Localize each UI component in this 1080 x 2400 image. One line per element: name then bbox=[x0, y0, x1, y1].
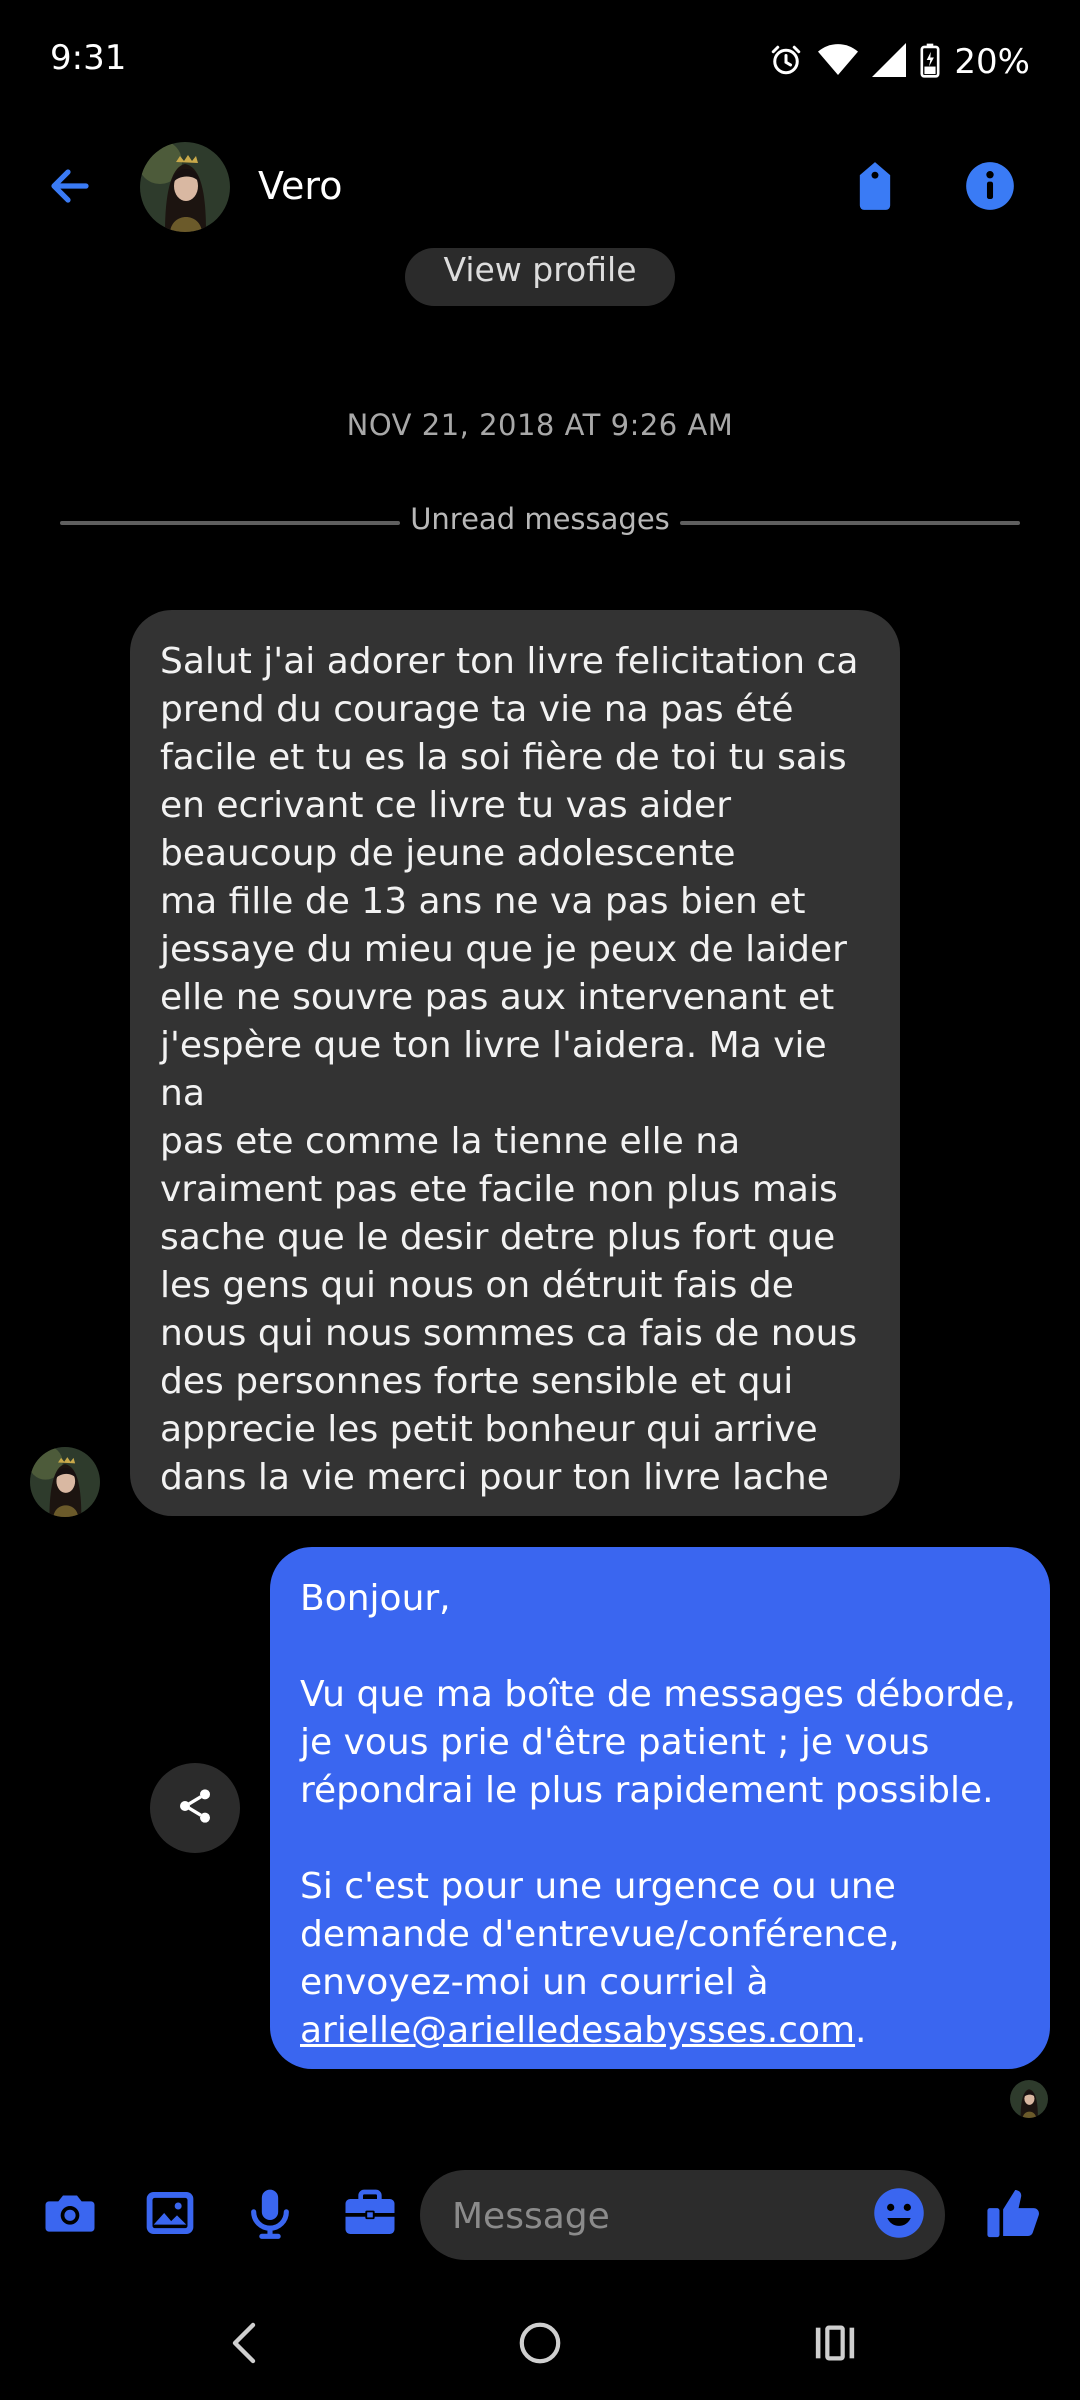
message-composer bbox=[0, 2160, 1080, 2270]
status-bar: 9:31 20% bbox=[0, 0, 1080, 120]
alarm-icon bbox=[768, 42, 804, 82]
message-input-container bbox=[420, 2170, 945, 2262]
emoji-button[interactable] bbox=[871, 2187, 927, 2243]
outgoing-trailing: . bbox=[855, 2010, 867, 2051]
briefcase-icon bbox=[341, 2185, 399, 2245]
share-icon bbox=[175, 1786, 215, 1830]
info-icon bbox=[964, 160, 1016, 216]
system-nav-bar bbox=[0, 2290, 1080, 2400]
wifi-icon bbox=[818, 42, 859, 82]
outgoing-greeting: Bonjour, bbox=[300, 1578, 451, 1619]
sender-avatar[interactable] bbox=[30, 1447, 100, 1517]
recents-icon bbox=[812, 2320, 858, 2370]
like-button[interactable] bbox=[982, 2183, 1046, 2247]
divider-line-right bbox=[680, 521, 1020, 525]
status-icons: 20% bbox=[768, 38, 1030, 86]
conversation-header: Vero bbox=[0, 130, 1080, 250]
message-timestamp: NOV 21, 2018 AT 9:26 AM bbox=[346, 408, 734, 442]
share-button[interactable] bbox=[150, 1763, 240, 1853]
outgoing-paragraph-1: Vu que ma boîte de messages déborde, je … bbox=[300, 1674, 1016, 1811]
back-button[interactable] bbox=[40, 158, 100, 218]
message-input[interactable] bbox=[450, 2170, 854, 2262]
signal-icon bbox=[872, 42, 907, 82]
email-link[interactable]: arielle@arielledesabysses.com bbox=[300, 2010, 855, 2051]
tools-button[interactable] bbox=[338, 2183, 402, 2247]
view-profile-button[interactable]: View profile bbox=[405, 248, 675, 306]
emoji-icon bbox=[872, 2186, 926, 2244]
back-icon bbox=[225, 2319, 265, 2371]
outgoing-paragraph-2: Si c'est pour une urgence ou une demande… bbox=[300, 1866, 900, 2003]
battery-charging-icon bbox=[920, 42, 940, 82]
nav-home-button[interactable] bbox=[500, 2310, 580, 2380]
unread-divider: Unread messages bbox=[60, 500, 1020, 544]
contact-avatar[interactable] bbox=[140, 142, 230, 232]
nav-recents-button[interactable] bbox=[795, 2310, 875, 2380]
tag-button[interactable] bbox=[845, 158, 905, 218]
gallery-button[interactable] bbox=[138, 2183, 202, 2247]
camera-button[interactable] bbox=[38, 2183, 102, 2247]
contact-name[interactable]: Vero bbox=[258, 164, 342, 208]
thumbs-up-icon bbox=[985, 2184, 1043, 2246]
battery-percent: 20% bbox=[954, 42, 1030, 82]
image-icon bbox=[142, 2185, 198, 2245]
back-arrow-icon bbox=[46, 162, 94, 214]
outgoing-message-bubble[interactable]: Bonjour, Vu que ma boîte de messages déb… bbox=[270, 1547, 1050, 2069]
camera-icon bbox=[42, 2185, 98, 2245]
nav-back-button[interactable] bbox=[205, 2310, 285, 2380]
seen-indicator-avatar bbox=[1010, 2080, 1048, 2118]
incoming-message-bubble[interactable]: Salut j'ai adorer ton livre felicitation… bbox=[130, 610, 900, 1516]
microphone-icon bbox=[242, 2185, 298, 2245]
status-time: 9:31 bbox=[50, 38, 127, 78]
tag-icon bbox=[852, 160, 898, 216]
voice-button[interactable] bbox=[238, 2183, 302, 2247]
unread-label: Unread messages bbox=[410, 502, 670, 536]
home-icon bbox=[517, 2320, 563, 2370]
info-button[interactable] bbox=[960, 158, 1020, 218]
